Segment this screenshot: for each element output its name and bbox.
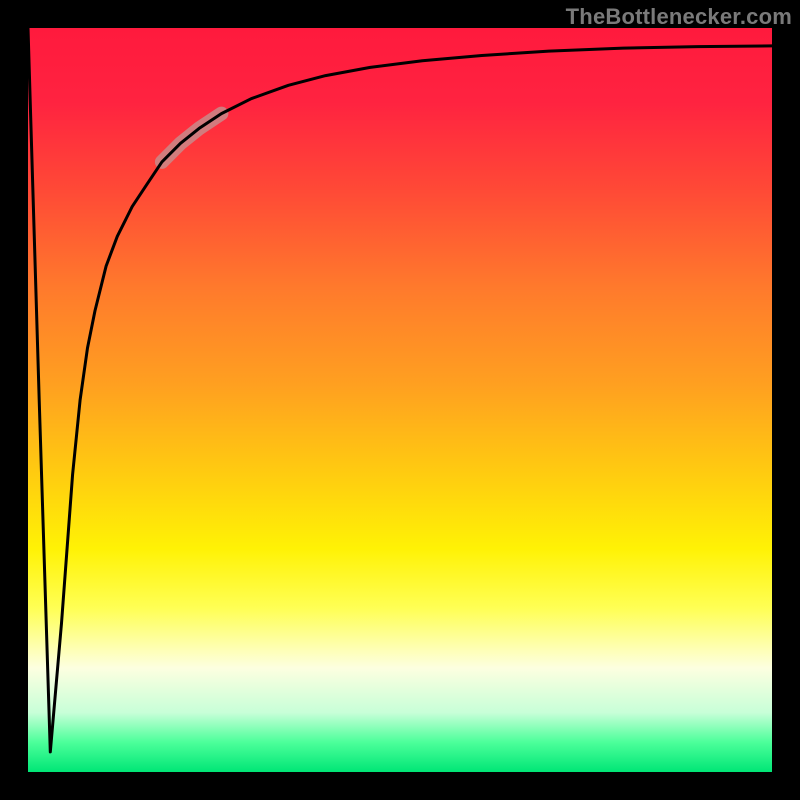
background-heat-gradient xyxy=(28,28,772,772)
chart-frame: TheBottlenecker.com xyxy=(0,0,800,800)
plot-area xyxy=(28,28,772,772)
watermark-text: TheBottlenecker.com xyxy=(566,4,792,30)
